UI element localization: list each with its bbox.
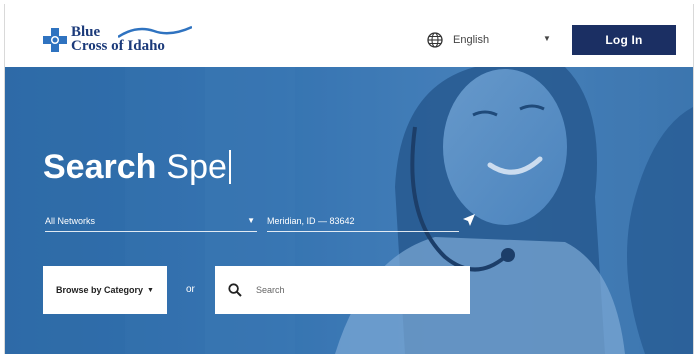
location-field-value: Meridian, ID — 83642	[267, 216, 355, 226]
hero-banner: Search Spe All Networks ▼ Meridian, ID — …	[5, 67, 693, 354]
or-label: or	[186, 284, 195, 295]
text-cursor	[228, 150, 231, 184]
search-input[interactable]	[254, 284, 458, 296]
search-icon	[228, 283, 242, 297]
browse-by-category-label: Browse by Category	[56, 285, 144, 295]
log-in-button[interactable]: Log In	[572, 25, 676, 55]
language-selector[interactable]: English	[427, 30, 489, 50]
cross-shield-icon	[43, 28, 67, 52]
network-select-value: All Networks	[45, 216, 96, 226]
search-heading-bold: Search	[43, 148, 157, 186]
site-header: Blue Cross of Idaho English ▼ Log In	[5, 4, 693, 68]
search-heading: Search Spe	[43, 147, 231, 187]
location-field[interactable]: Meridian, ID — 83642	[267, 211, 459, 232]
logo-wordmark: Blue Cross of Idaho	[71, 24, 165, 54]
network-select[interactable]: All Networks ▼	[45, 211, 257, 232]
browse-by-category-button[interactable]: Browse by Category ▼	[43, 266, 167, 314]
language-label: English	[453, 34, 490, 46]
caret-down-icon: ▼	[147, 286, 154, 294]
location-arrow-icon[interactable]	[463, 214, 475, 226]
chevron-down-icon: ▼	[247, 216, 255, 225]
logo-line-1: Blue	[71, 24, 101, 40]
logo-line-2: Cross of Idaho	[71, 38, 165, 54]
search-box[interactable]	[215, 266, 470, 314]
search-heading-typed: Spe	[166, 148, 227, 186]
chevron-down-icon[interactable]: ▼	[543, 34, 551, 43]
blue-cross-logo[interactable]: Blue Cross of Idaho	[43, 23, 193, 57]
globe-icon	[427, 32, 443, 48]
